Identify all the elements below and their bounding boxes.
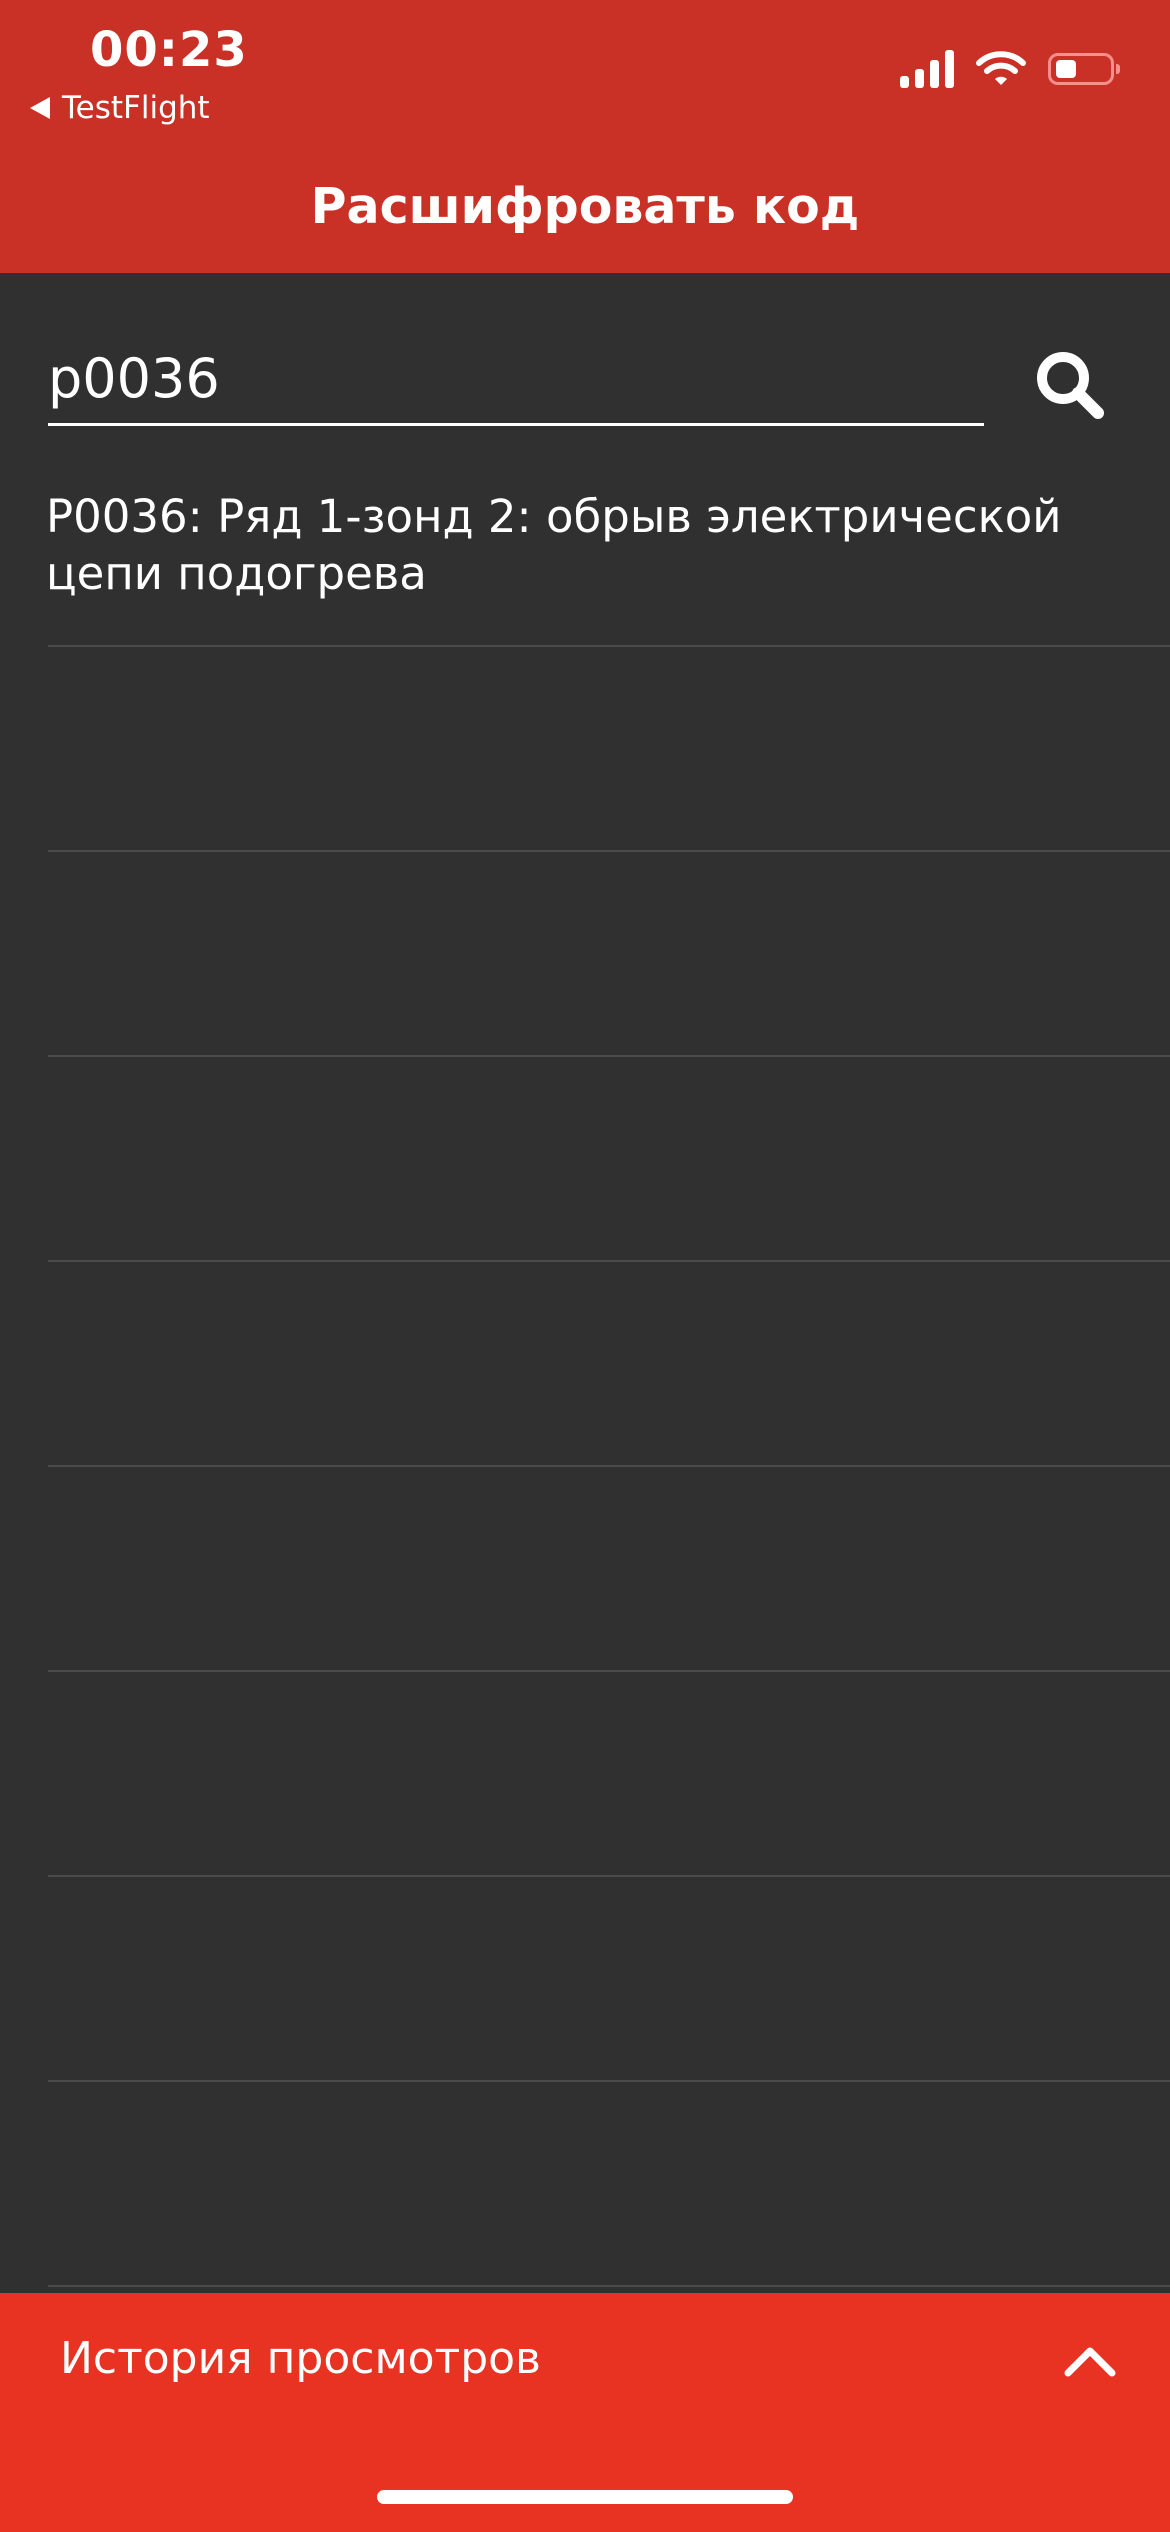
- wifi-icon: [976, 51, 1026, 85]
- result-item[interactable]: P0036: Ряд 1-зонд 2: обрыв электрической…: [46, 488, 1126, 602]
- search-icon: [1037, 352, 1104, 419]
- row-divider: [48, 1875, 1170, 1877]
- row-divider: [48, 1465, 1170, 1467]
- battery-icon: [1048, 53, 1120, 85]
- row-divider: [48, 645, 1170, 647]
- row-divider: [48, 1670, 1170, 1672]
- status-time: 00:23: [90, 22, 248, 78]
- back-arrow-icon: [30, 97, 50, 119]
- search-input[interactable]: [48, 338, 984, 418]
- back-to-app-button[interactable]: TestFlight: [30, 90, 210, 126]
- row-divider: [48, 1260, 1170, 1262]
- history-label: История просмотров: [60, 2333, 541, 2384]
- back-app-label: TestFlight: [62, 90, 210, 126]
- row-divider: [48, 2285, 1170, 2287]
- screen: 00:23 TestFlight Расшифровать код p0036 …: [0, 0, 1170, 2532]
- row-divider: [48, 1055, 1170, 1057]
- chevron-up-icon[interactable]: [1062, 2343, 1118, 2379]
- header: 00:23 TestFlight Расшифровать код: [0, 0, 1170, 273]
- search-button[interactable]: [1030, 345, 1110, 425]
- signal-icon: [900, 50, 954, 88]
- row-divider: [48, 2080, 1170, 2082]
- page-title: Расшифровать код: [310, 178, 860, 235]
- status-icons: [900, 50, 1120, 88]
- search-field: [48, 338, 984, 426]
- home-indicator[interactable]: [377, 2490, 793, 2504]
- row-divider: [48, 850, 1170, 852]
